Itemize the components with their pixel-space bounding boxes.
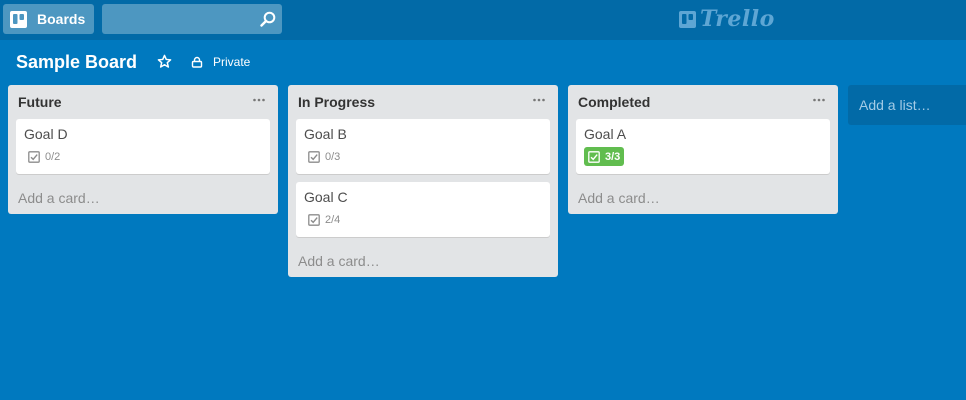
checklist-badge: 0/3 bbox=[308, 149, 340, 165]
list-title[interactable]: Future bbox=[18, 94, 62, 110]
top-header: Boards Trello bbox=[0, 0, 966, 40]
checklist-icon bbox=[308, 214, 320, 226]
trello-logo-icon bbox=[679, 10, 696, 28]
checklist-icon bbox=[588, 150, 600, 163]
list-title[interactable]: Completed bbox=[578, 94, 650, 110]
checklist-badge-complete: 3/3 bbox=[584, 147, 625, 166]
lock-icon bbox=[191, 56, 203, 68]
boards-button[interactable]: Boards bbox=[3, 4, 94, 34]
checklist-count: 0/2 bbox=[45, 151, 61, 163]
trello-logo[interactable]: Trello bbox=[679, 6, 775, 32]
card-title: Goal D bbox=[24, 126, 68, 142]
list-header: Future bbox=[8, 85, 278, 117]
add-card-button[interactable]: Add a card… bbox=[288, 245, 558, 277]
more-icon[interactable] bbox=[532, 93, 546, 107]
search-icon[interactable] bbox=[260, 11, 276, 27]
card-title: Goal B bbox=[304, 126, 347, 142]
star-icon[interactable] bbox=[157, 54, 172, 69]
card-title: Goal A bbox=[584, 126, 627, 142]
board-title[interactable]: Sample Board bbox=[16, 51, 137, 73]
boards-icon bbox=[10, 10, 27, 28]
search-box[interactable] bbox=[102, 4, 282, 34]
checklist-count: 2/4 bbox=[325, 214, 341, 226]
checklist-count: 3/3 bbox=[605, 150, 621, 163]
list-future: Future Goal D 0/2 Add a card… bbox=[8, 85, 278, 214]
checklist-icon bbox=[308, 151, 320, 163]
card[interactable]: Goal D 0/2 bbox=[16, 119, 270, 174]
privacy-button[interactable]: Private bbox=[191, 53, 250, 71]
privacy-label: Private bbox=[213, 55, 251, 69]
trello-logo-text: Trello bbox=[700, 6, 775, 32]
list-header: In Progress bbox=[288, 85, 558, 117]
more-icon[interactable] bbox=[252, 93, 266, 107]
list-header: Completed bbox=[568, 85, 838, 117]
checklist-badge: 2/4 bbox=[308, 212, 340, 228]
boards-label: Boards bbox=[37, 11, 86, 27]
add-list-button[interactable]: Add a list… bbox=[848, 85, 966, 125]
add-card-button[interactable]: Add a card… bbox=[8, 182, 278, 214]
card[interactable]: Goal B 0/3 bbox=[296, 119, 550, 174]
search-input[interactable] bbox=[102, 4, 252, 34]
list-in-progress: In Progress Goal B 0/3 Goal C 2/4 Add a … bbox=[288, 85, 558, 277]
checklist-icon bbox=[28, 151, 40, 163]
add-card-button[interactable]: Add a card… bbox=[568, 182, 838, 214]
checklist-badge: 0/2 bbox=[28, 149, 60, 165]
checklist-count: 0/3 bbox=[325, 151, 341, 163]
list-completed: Completed Goal A 3/3 Add a card… bbox=[568, 85, 838, 214]
list-title[interactable]: In Progress bbox=[298, 94, 375, 110]
card[interactable]: Goal A 3/3 bbox=[576, 119, 830, 174]
card[interactable]: Goal C 2/4 bbox=[296, 182, 550, 237]
more-icon[interactable] bbox=[812, 93, 826, 107]
card-title: Goal C bbox=[304, 189, 348, 205]
